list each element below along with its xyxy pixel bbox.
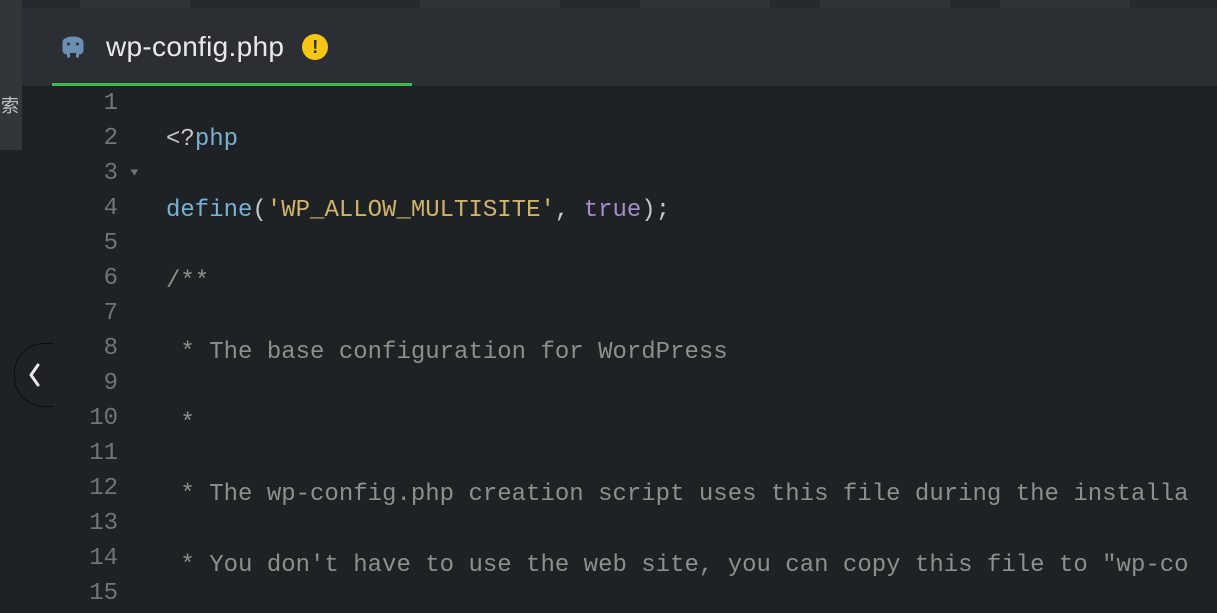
line-number[interactable]: 6 <box>22 261 142 296</box>
line-number[interactable]: 14 <box>22 541 142 576</box>
top-strip-seg <box>420 0 560 8</box>
code-editor[interactable]: 1 2 3 4 5 6 7 8 9 10 11 12 13 14 15 16 <… <box>22 86 1217 613</box>
top-strip-seg <box>1000 0 1130 8</box>
line-number[interactable]: 15 <box>22 576 142 611</box>
top-strip <box>0 0 1217 8</box>
file-tab[interactable]: wp-config.php ! <box>52 22 336 72</box>
code-line[interactable]: * The wp-config.php creation script uses… <box>142 477 1217 512</box>
unsaved-indicator-icon: ! <box>302 34 328 60</box>
code-line[interactable]: * You don't have to use the web site, yo… <box>142 548 1217 583</box>
tab-bar: wp-config.php ! <box>22 8 1217 86</box>
code-line[interactable]: <?php <box>142 122 1217 157</box>
tab-filename: wp-config.php <box>106 31 284 63</box>
code-line[interactable]: define('WP_ALLOW_MULTISITE', true); <box>142 193 1217 228</box>
line-number[interactable]: 11 <box>22 436 142 471</box>
code-area[interactable]: <?php define('WP_ALLOW_MULTISITE', true)… <box>142 86 1217 613</box>
top-strip-seg <box>820 0 950 8</box>
line-number[interactable]: 3 <box>22 156 142 191</box>
editor-window: 索 wp-config.php ! 1 2 3 4 5 6 7 8 9 10 <box>0 0 1217 613</box>
line-number[interactable]: 1 <box>22 86 142 121</box>
code-line[interactable]: /** <box>142 264 1217 299</box>
php-elephant-icon <box>58 36 88 58</box>
left-sidebar: 索 <box>0 0 22 613</box>
line-number[interactable]: 5 <box>22 226 142 261</box>
line-number[interactable]: 12 <box>22 471 142 506</box>
chevron-left-icon <box>26 361 44 389</box>
code-line[interactable]: * <box>142 406 1217 441</box>
top-strip-seg <box>80 0 190 8</box>
line-number[interactable]: 13 <box>22 506 142 541</box>
vertical-scrollbar[interactable] <box>1203 86 1217 613</box>
code-line[interactable]: * The base configuration for WordPress <box>142 335 1217 370</box>
line-number[interactable]: 4 <box>22 191 142 226</box>
line-number[interactable]: 2 <box>22 121 142 156</box>
line-number[interactable]: 7 <box>22 296 142 331</box>
sidebar-search-label: 索 <box>1 92 19 118</box>
top-strip-seg <box>640 0 770 8</box>
